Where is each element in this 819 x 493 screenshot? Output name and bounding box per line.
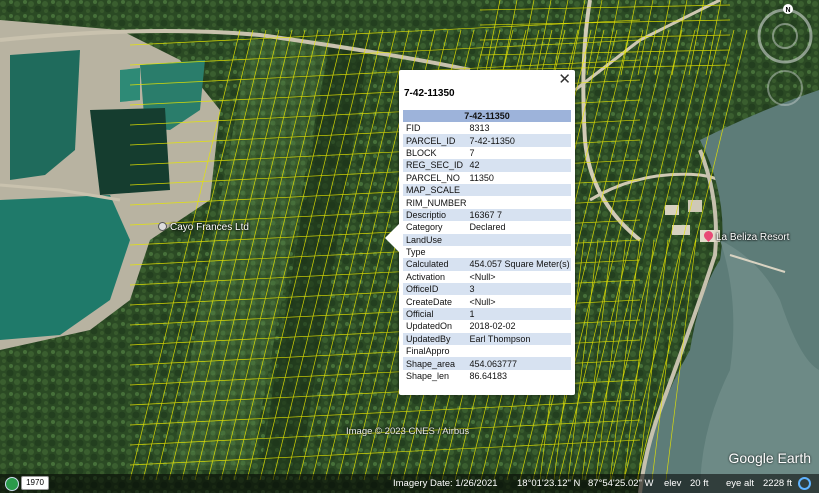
attribute-value: 7 xyxy=(469,147,475,158)
attribute-row: Category Declared xyxy=(403,221,571,233)
attribute-row: Activation <Null> xyxy=(403,271,571,283)
attribute-row: FinalAppro xyxy=(403,345,571,357)
attribute-table: 7-42-11350 FID 8313 PARCEL_ID 7-42-11350 BLO… xyxy=(403,110,571,382)
attribute-row: Descriptio 16367 7 xyxy=(403,208,571,222)
elevation-value: 20 ft xyxy=(690,478,709,489)
attribute-key: UpdatedBy xyxy=(403,332,467,346)
streaming-indicator-icon xyxy=(798,477,811,490)
attribute-key: CreateDate xyxy=(406,296,453,307)
attribute-value xyxy=(466,233,571,246)
attribute-value: 8313 xyxy=(469,123,490,134)
compass-ring-icon[interactable] xyxy=(757,8,813,64)
attribute-key: UpdatedOn xyxy=(406,321,453,332)
cayo-frances-label: Cayo Frances Ltd xyxy=(158,222,249,233)
attribute-value: Earl Thompson xyxy=(466,332,571,346)
attribute-row: Shape_area 454.063777 xyxy=(403,357,571,370)
balloon-title: 7-42-11350 xyxy=(404,88,455,99)
latitude-readout: 18°01'23.12" N xyxy=(517,478,581,489)
eye-altitude-value: 2228 ft xyxy=(763,478,793,489)
attribute-key: Activation xyxy=(406,271,446,282)
attribute-value xyxy=(466,183,571,197)
attribute-key: PARCEL_ID xyxy=(403,134,467,147)
attribute-key: FID xyxy=(406,123,421,134)
attribute-value: 86.64183 xyxy=(469,371,508,381)
attribute-key: Type xyxy=(406,247,426,258)
attribute-value: 2018-02-02 xyxy=(469,321,516,332)
attribute-key: BLOCK xyxy=(406,147,437,158)
map-marker-icon[interactable] xyxy=(702,229,715,242)
attribute-row: RIM_NUMBER xyxy=(403,196,571,208)
attribute-row: FID 8313 xyxy=(403,122,571,134)
attribute-value: 42 xyxy=(466,159,571,172)
attribute-row: UpdatedBy Earl Thompson xyxy=(403,332,571,346)
attribute-value xyxy=(467,196,571,208)
attribute-key: Official xyxy=(403,307,467,321)
parcel-info-balloon: ✕ 7-42-11350 7-42-11350 FID 8313 PARCEL_ID… xyxy=(385,70,575,395)
attribute-key: LandUse xyxy=(403,233,467,246)
longitude-readout: 87°54'25.02" W xyxy=(588,478,654,489)
imagery-attribution: Image © 2023 CNES / Airbus xyxy=(346,426,470,437)
attribute-key: PARCEL_NO xyxy=(406,172,460,183)
balloon-pointer xyxy=(385,224,399,252)
attribute-key: FinalAppro xyxy=(406,346,450,357)
attribute-row: CreateDate <Null> xyxy=(403,295,571,307)
attribute-value: 454.057 Square Meter(s) xyxy=(466,258,571,271)
attribute-row: BLOCK 7 xyxy=(403,147,571,159)
attribute-key: Shape_area xyxy=(403,357,467,370)
attribute-key: Descriptio xyxy=(403,208,467,222)
attribute-row: PARCEL_NO 11350 xyxy=(403,172,571,184)
close-icon[interactable]: ✕ xyxy=(558,71,571,87)
attribute-row: UpdatedOn 2018-02-02 xyxy=(403,320,571,332)
attribute-key: MAP_SCALE xyxy=(403,183,467,197)
attribute-key: Category xyxy=(406,222,443,233)
attribute-value: 16367 7 xyxy=(466,208,571,222)
attribute-row: MAP_SCALE xyxy=(403,183,571,197)
status-bar: 1970 Imagery Date: 1/26/2021 18°01'23.12… xyxy=(0,474,819,493)
move-joystick-icon[interactable] xyxy=(767,70,803,106)
attribute-value: Declared xyxy=(469,222,506,233)
attribute-key: Calculated xyxy=(403,258,467,271)
google-earth-logo: Google Earth xyxy=(728,450,812,466)
attribute-value xyxy=(467,345,571,357)
attribute-row: Type xyxy=(403,246,571,258)
attribute-key: Shape_len xyxy=(406,371,450,381)
north-letter: N xyxy=(785,7,790,14)
attribute-value: 454.063777 xyxy=(466,357,571,370)
attribute-value: 11350 xyxy=(469,172,494,183)
attribute-row: Official 1 xyxy=(403,307,571,321)
attribute-value xyxy=(467,246,571,258)
location-pin-icon xyxy=(158,222,167,231)
attribute-value: 7-42-11350 xyxy=(466,134,571,147)
historical-year-badge[interactable]: 1970 xyxy=(21,476,49,490)
attribute-row: Shape_len 86.64183 xyxy=(403,370,571,382)
eye-altitude-label: eye alt xyxy=(726,478,754,489)
attribute-table-header: 7-42-11350 xyxy=(403,110,571,122)
attribute-row: PARCEL_ID 7-42-11350 xyxy=(403,134,571,147)
navigation-controls[interactable]: N xyxy=(754,4,816,124)
attribute-row: LandUse xyxy=(403,233,571,246)
attribute-key: RIM_NUMBER xyxy=(406,197,467,208)
attribute-key: REG_SEC_ID xyxy=(403,159,467,172)
elevation-label: elev xyxy=(664,478,682,489)
earth-globe-icon[interactable] xyxy=(5,477,19,491)
attribute-row: Calculated 454.057 Square Meter(s) xyxy=(403,258,571,271)
la-beliza-label: La Beliza Resort xyxy=(702,229,789,243)
attribute-key: OfficeID xyxy=(403,283,467,296)
attribute-value: 3 xyxy=(466,283,571,296)
attribute-value: <Null> xyxy=(469,296,496,307)
attribute-row: OfficeID 3 xyxy=(403,283,571,296)
attribute-row: REG_SEC_ID 42 xyxy=(403,159,571,172)
look-joystick-icon[interactable] xyxy=(772,23,798,49)
attribute-value: <Null> xyxy=(469,271,496,282)
attribute-value: 1 xyxy=(466,307,571,321)
imagery-date: Imagery Date: 1/26/2021 xyxy=(393,478,498,489)
